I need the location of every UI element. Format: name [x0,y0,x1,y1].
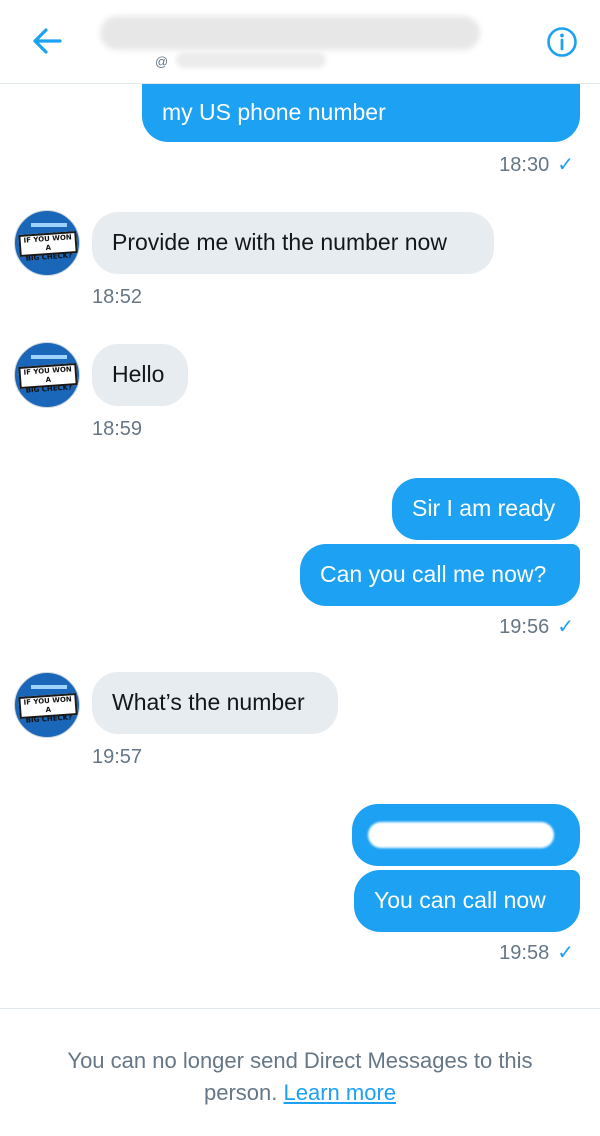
message-timestamp: 18:52 [92,286,143,308]
message-text: Hello [112,361,165,387]
message-text: Provide me with the number now [112,229,447,255]
message-incoming[interactable]: Hello [92,344,188,406]
message-timestamp: 19:56 ✓ [499,616,574,638]
message-text: Sir I am ready [412,495,556,521]
handle-redacted [176,52,326,68]
contact-handle: @ [155,54,169,69]
message-outgoing[interactable]: Can you call me now? [300,544,580,606]
avatar[interactable]: IF YOU WON A BIG CHECK? [14,342,80,408]
read-check-icon: ✓ [557,616,574,638]
message-incoming[interactable]: Provide me with the number now [92,212,494,274]
message-text: my US phone number [162,99,386,125]
message-outgoing-redacted[interactable] [352,804,580,866]
redaction [368,822,554,848]
message-text: Can you call me now? [320,561,547,587]
read-check-icon: ✓ [557,942,574,964]
info-icon[interactable] [546,26,578,58]
message-timestamp: 18:30 ✓ [499,154,574,176]
dm-disabled-notice: You can no longer send Direct Messages t… [0,1045,600,1109]
notice-text: You can no longer send Direct Messages t… [67,1048,533,1073]
arrow-left-icon[interactable] [30,24,64,58]
message-outgoing[interactable]: Sir I am ready [392,478,580,540]
conversation-header: @ [0,0,600,84]
message-outgoing[interactable]: You can call now [354,870,580,932]
message-text: You can call now [374,887,546,913]
message-timestamp: 19:57 [92,746,143,768]
dm-disabled-footer: You can no longer send Direct Messages t… [0,1008,600,1136]
message-timestamp: 19:58 ✓ [499,942,574,964]
message-incoming[interactable]: What’s the number [92,672,338,734]
avatar[interactable]: IF YOU WON A BIG CHECK? [14,672,80,738]
read-check-icon: ✓ [557,154,574,176]
avatar[interactable]: IF YOU WON A BIG CHECK? [14,210,80,276]
message-text: What’s the number [112,689,305,715]
notice-text-2: person. [203,1080,278,1105]
learn-more-link[interactable]: Learn more [284,1080,397,1105]
message-timestamp: 18:59 [92,418,143,440]
contact-name-redacted[interactable] [100,10,480,50]
